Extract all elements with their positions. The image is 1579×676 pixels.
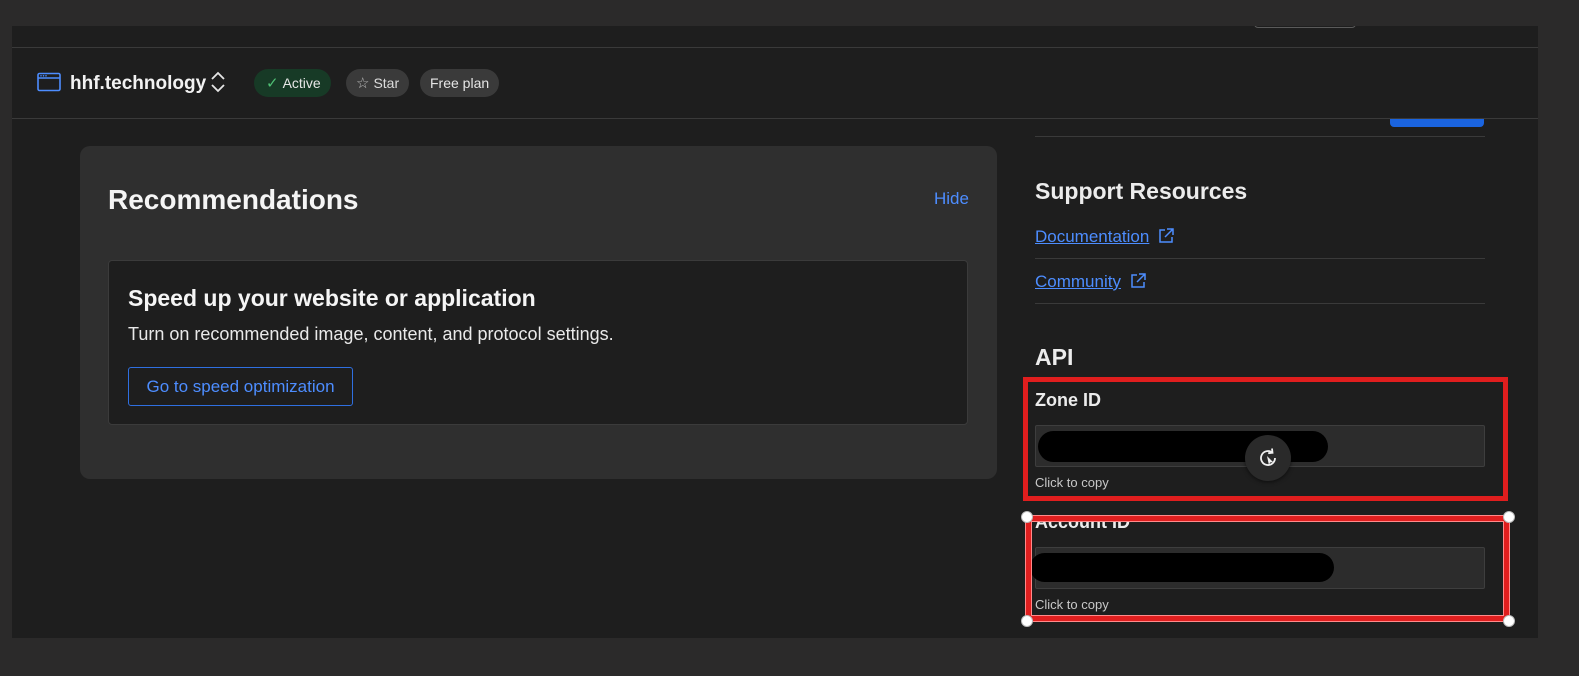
zone-switcher-icon[interactable] [209,71,227,93]
divider [1035,136,1485,137]
external-link-icon [1130,273,1146,294]
speed-card-description: Turn on recommended image, content, and … [128,324,614,344]
primary-button-partial[interactable] [1390,119,1484,127]
star-label: Star [373,75,400,91]
header-button-partial[interactable] [1254,26,1356,28]
zone-name: hhf.technology [70,73,207,94]
external-link-icon [1158,228,1175,249]
speed-recommendation-card: Speed up your website or application Tur… [108,260,968,425]
resize-handle[interactable] [1503,511,1515,523]
speed-card-title: Speed up your website or application [128,285,536,311]
resize-handle[interactable] [1503,615,1515,627]
hide-link[interactable]: Hide [934,189,969,209]
recommendations-title: Recommendations [108,184,359,215]
plan-badge: Free plan [420,69,500,97]
api-title: API [1035,344,1074,370]
cursor-indicator-icon [1245,435,1291,481]
annotation-box-account-id[interactable] [1026,516,1509,621]
browser-window-icon [37,72,61,92]
top-header-strip [12,26,1538,48]
divider [1035,303,1485,304]
recommendations-card: Recommendations Hide Speed up your websi… [80,146,997,479]
status-label: Active [282,75,321,91]
star-button[interactable]: ☆ Star [346,69,410,97]
community-link-label: Community [1035,272,1121,291]
speed-optimization-button[interactable]: Go to speed optimization [128,367,353,406]
documentation-link[interactable]: Documentation [1035,227,1175,249]
resize-handle[interactable] [1021,615,1033,627]
status-badge: ✓ Active [254,69,331,97]
divider [1035,258,1485,259]
star-icon: ☆ [356,75,370,92]
resize-handle[interactable] [1021,511,1033,523]
documentation-link-label: Documentation [1035,227,1150,246]
support-resources-title: Support Resources [1035,178,1248,204]
community-link[interactable]: Community [1035,272,1146,294]
zone-header [12,48,1538,119]
checkmark-icon: ✓ [266,75,279,92]
